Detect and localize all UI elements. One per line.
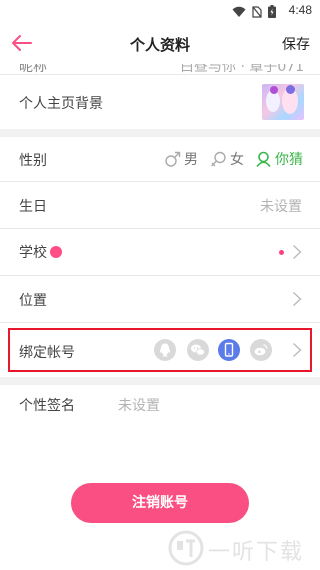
birthday-label: 生日	[19, 199, 47, 215]
new-dot-icon	[279, 250, 284, 255]
birthday-row[interactable]: 生日 未设置	[0, 182, 320, 228]
chevron-right-icon	[293, 291, 302, 307]
gender-option-guess[interactable]: 你猜	[255, 149, 303, 169]
male-icon	[165, 151, 181, 167]
status-bar: 4:48	[0, 0, 320, 22]
male-label: 男	[184, 152, 198, 168]
status-icons	[232, 5, 276, 18]
bind-account-highlight-box	[8, 328, 312, 372]
female-label: 女	[230, 152, 244, 168]
homepage-bg-thumbnail[interactable]	[262, 84, 304, 120]
logout-account-button[interactable]: 注销账号	[71, 483, 249, 523]
guess-label: 你猜	[275, 152, 303, 168]
birthday-value: 未设置	[260, 199, 302, 215]
signature-value: 未设置	[118, 398, 160, 414]
section-gap	[0, 377, 320, 385]
page-title: 个人资料	[129, 36, 190, 54]
school-row[interactable]: 学校	[0, 229, 320, 275]
wifi-icon	[232, 6, 246, 17]
watermark-text: 一听下载	[208, 540, 305, 565]
save-button[interactable]: 保存	[282, 34, 310, 54]
chevron-right-icon	[293, 244, 302, 260]
gender-label: 性别	[19, 153, 47, 169]
watermark: 一听下载	[168, 530, 320, 566]
school-label: 学校	[19, 245, 47, 261]
gender-option-male[interactable]: 男	[164, 149, 198, 169]
battery-icon	[268, 5, 276, 18]
homepage-bg-label: 个人主页背景	[19, 96, 103, 112]
guess-gender-icon	[256, 151, 271, 167]
nickname-value: 白昼与你 · 章子071	[180, 64, 305, 74]
nickname-label: 昵称	[19, 64, 47, 74]
school-badge-icon	[50, 246, 62, 258]
no-sim-icon	[252, 5, 262, 18]
gender-row: 性别 男 女 你猜	[0, 137, 320, 181]
school-label-group: 学校	[19, 242, 62, 262]
watermark-logo-icon	[168, 530, 204, 566]
homepage-bg-row[interactable]: 个人主页背景	[0, 75, 320, 129]
gender-option-female[interactable]: 女	[210, 149, 244, 169]
nickname-row[interactable]: 昵称 白昼与你 · 章子071	[0, 64, 320, 74]
location-row[interactable]: 位置	[0, 276, 320, 322]
status-time: 4:48	[288, 3, 312, 17]
signature-row[interactable]: 个性签名 未设置	[0, 385, 320, 425]
female-icon	[211, 151, 226, 166]
location-label: 位置	[19, 293, 47, 309]
app-header: 个人资料 保存	[0, 22, 320, 64]
signature-label: 个性签名	[19, 398, 75, 414]
section-gap	[0, 129, 320, 137]
